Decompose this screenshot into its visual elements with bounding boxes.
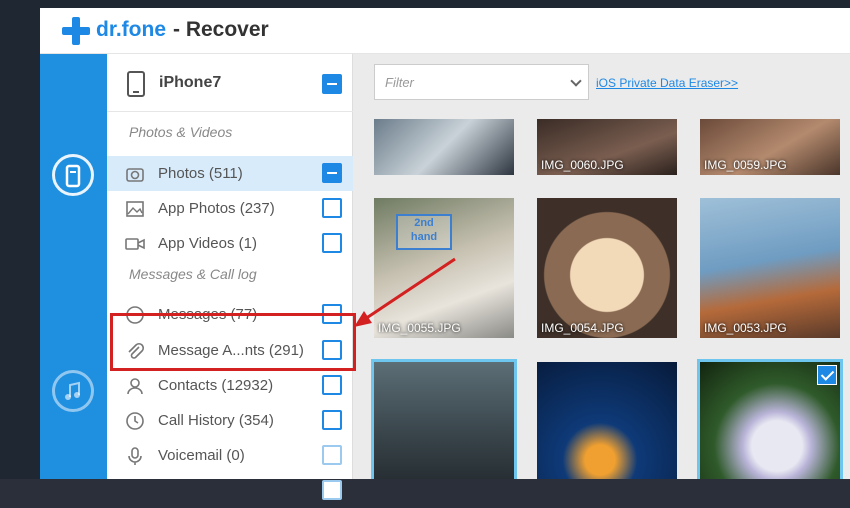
app-title: - Recover (173, 18, 269, 41)
brand-name: dr.fone (96, 18, 167, 41)
camera-icon (126, 168, 144, 182)
device-name: iPhone7 (159, 74, 222, 91)
voicemail-checkbox[interactable] (322, 445, 342, 465)
sidebar-item-app-videos[interactable]: App Videos (1) (107, 226, 353, 261)
ios-eraser-link[interactable]: iOS Private Data Eraser>> (596, 76, 738, 90)
mode-rail (40, 54, 107, 479)
chevron-down-icon (570, 75, 582, 87)
contacts-checkbox[interactable] (322, 375, 342, 395)
photo-thumbnail[interactable] (697, 359, 843, 479)
microphone-icon (128, 447, 142, 465)
sidebar-item-app-photos[interactable]: App Photos (237) (107, 191, 353, 226)
sidebar-item-label: Photos (511) (158, 165, 243, 182)
image-icon (126, 201, 144, 217)
sidebar-item-photos[interactable]: Photos (511) (107, 156, 353, 191)
photo-thumbnail[interactable]: IMG_0054.JPG (537, 198, 677, 338)
photos-checkbox[interactable] (322, 163, 342, 183)
checked-icon[interactable] (817, 365, 837, 385)
thumbnail-caption: IMG_0053.JPG (704, 321, 787, 335)
category-sidebar: iPhone7 Photos & Videos Photos (511) App… (107, 54, 353, 500)
photo-thumbnail[interactable] (537, 362, 677, 479)
annotation-highlight-box (110, 313, 356, 371)
sidebar-item-contacts[interactable]: Contacts (12932) (107, 368, 353, 403)
title-bar: dr.fone - Recover (40, 8, 850, 54)
sidebar-item-label: Call History (354) (158, 412, 274, 429)
sidebar-item-label: App Videos (1) (158, 235, 257, 252)
phone-icon (127, 71, 145, 97)
watermark-logo: 2nd hand (396, 214, 452, 250)
recover-itunes-icon[interactable] (52, 370, 94, 412)
recover-device-icon[interactable] (52, 154, 94, 196)
sidebar-item-call-history[interactable]: Call History (354) (107, 403, 353, 438)
thumbnail-caption: IMG_0059.JPG (704, 158, 787, 172)
thumbnail-caption: IMG_0060.JPG (541, 158, 624, 172)
photo-thumbnail[interactable] (374, 119, 514, 175)
section-messages-calllog: Messages & Call log (129, 266, 257, 282)
sidebar-item-label: Contacts (12932) (158, 377, 274, 394)
section-photos-videos: Photos & Videos (129, 124, 233, 140)
sidebar-item-label: Voicemail (0) (158, 447, 245, 464)
filter-placeholder: Filter (385, 75, 414, 90)
app-photos-checkbox[interactable] (322, 198, 342, 218)
sidebar-item-label: App Photos (237) (158, 200, 275, 217)
video-icon (125, 238, 145, 250)
app-videos-checkbox[interactable] (322, 233, 342, 253)
clock-icon (126, 412, 144, 430)
annotation-arrow-icon (354, 257, 456, 327)
photo-thumbnail[interactable] (371, 359, 517, 479)
background-edge-top (0, 0, 850, 8)
contact-icon (127, 378, 143, 395)
call-history-checkbox[interactable] (322, 410, 342, 430)
device-header: iPhone7 (107, 54, 353, 112)
sidebar-item-partial[interactable] (107, 473, 353, 508)
select-all-checkbox[interactable] (322, 74, 342, 94)
partial-checkbox[interactable] (322, 480, 342, 500)
sidebar-item-voicemail[interactable]: Voicemail (0) (107, 438, 353, 473)
photo-thumbnail[interactable]: IMG_0060.JPG (537, 119, 677, 175)
photo-thumbnail[interactable]: IMG_0059.JPG (700, 119, 840, 175)
photo-thumbnail[interactable]: IMG_0053.JPG (700, 198, 840, 338)
filter-dropdown[interactable]: Filter (374, 64, 589, 100)
background-edge-left (0, 0, 40, 479)
drfone-logo-icon (62, 17, 90, 45)
thumbnail-caption: IMG_0054.JPG (541, 321, 624, 335)
